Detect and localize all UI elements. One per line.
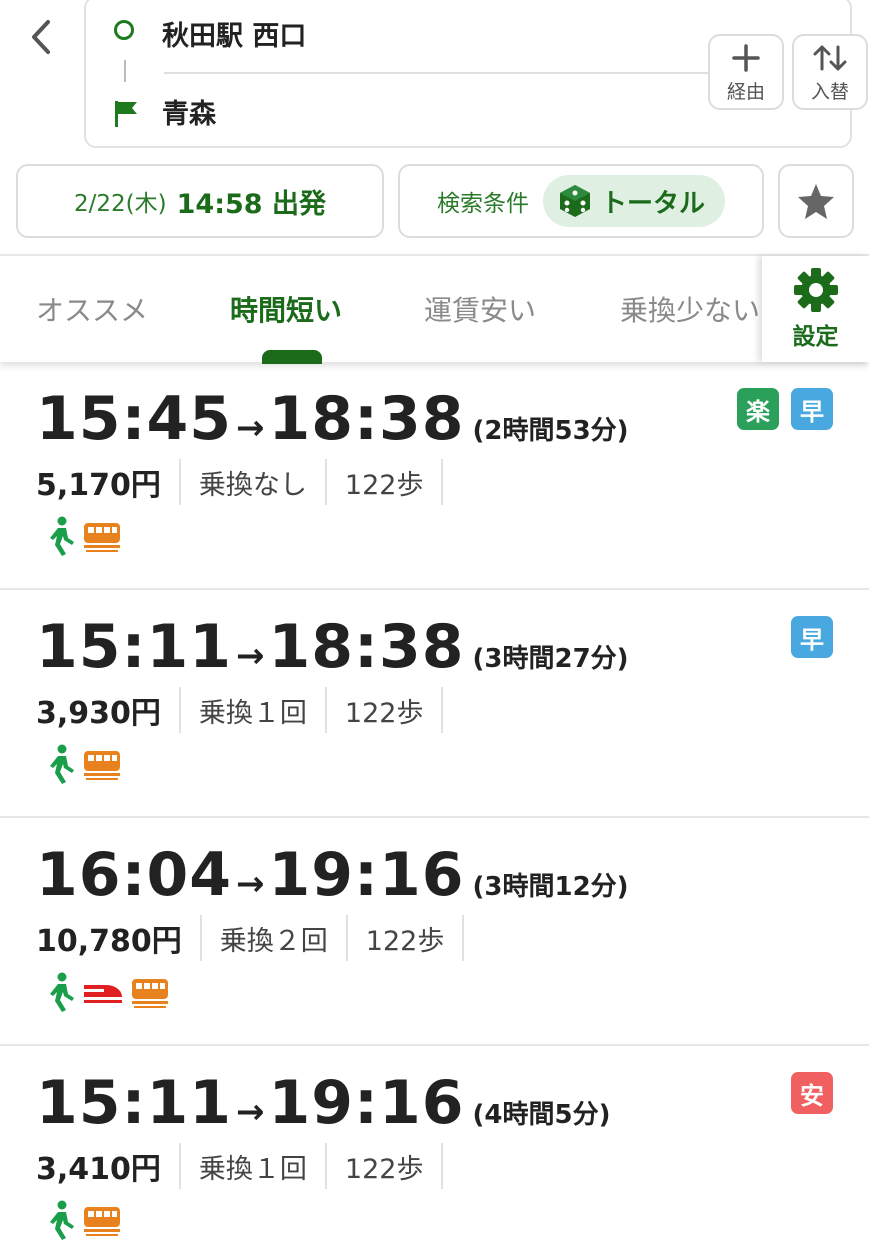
arrow-right-icon: → xyxy=(236,1092,265,1132)
arrival-time: 18:38 xyxy=(268,384,465,454)
transport-modes xyxy=(44,1200,122,1240)
fare: 3,410円 xyxy=(36,1143,181,1189)
arrow-right-icon: → xyxy=(236,864,265,904)
badge-group: 安 xyxy=(791,1072,833,1114)
train-icon xyxy=(84,751,120,780)
duration: (2時間53分) xyxy=(472,416,629,446)
badge-fast: 早 xyxy=(791,616,833,658)
settings-label: 設定 xyxy=(792,324,839,350)
flag-icon xyxy=(114,100,138,128)
datetime-button[interactable]: 2/22(木) 14:58 出発 xyxy=(16,164,384,238)
search-conditions-button[interactable]: 検索条件 トータル xyxy=(398,164,764,238)
fare: 10,780円 xyxy=(36,915,202,961)
transfers: 乗換１回 xyxy=(181,687,327,733)
route-meta: 5,170円 乗換なし 122歩 xyxy=(36,458,444,506)
time-range: 16:04 → 19:16 (3時間12分) xyxy=(36,840,629,910)
shinkansen-icon xyxy=(84,985,122,1003)
destination-station[interactable]: 青森 xyxy=(162,92,216,131)
badge-group: 楽 早 xyxy=(737,388,833,430)
duration: (4時間5分) xyxy=(472,1100,611,1130)
via-button[interactable]: 経由 xyxy=(708,34,784,110)
route-meta: 3,930円 乗換１回 122歩 xyxy=(36,686,444,734)
swap-button[interactable]: 入替 xyxy=(792,34,868,110)
time-range: 15:45 → 18:38 (2時間53分) xyxy=(36,384,629,454)
gear-icon xyxy=(793,268,838,312)
transfers: 乗換１回 xyxy=(181,1143,327,1189)
swap-arrows-icon xyxy=(810,41,850,75)
departure-time: 16:04 xyxy=(36,840,232,910)
transport-modes xyxy=(44,744,122,784)
steps: 122歩 xyxy=(327,687,444,733)
search-conditions-label: 検索条件 xyxy=(436,191,529,217)
star-icon xyxy=(798,184,834,219)
origin-station[interactable]: 秋田駅 西口 xyxy=(162,14,306,53)
settings-button[interactable]: 設定 xyxy=(762,256,869,362)
steps: 122歩 xyxy=(327,1143,444,1189)
route-meta: 10,780円 乗換２回 122歩 xyxy=(36,914,465,962)
route-result[interactable]: 15:11 → 19:16 (4時間5分) 安 3,410円 乗換１回 122歩 xyxy=(0,1046,869,1260)
route-result[interactable]: 15:45 → 18:38 (2時間53分) 楽 早 5,170円 乗換なし 1… xyxy=(0,362,869,590)
time-range: 15:11 → 18:38 (3時間27分) xyxy=(36,612,629,682)
walk-icon xyxy=(50,744,74,784)
departure-time: 15:45 xyxy=(36,384,232,454)
badge-group: 早 xyxy=(791,616,833,658)
origin-circle-icon xyxy=(114,20,134,40)
via-label: 経由 xyxy=(726,80,765,103)
divider xyxy=(164,72,712,74)
transfers: 乗換なし xyxy=(181,459,327,505)
swap-label: 入替 xyxy=(810,80,849,103)
train-icon xyxy=(84,523,120,552)
route-result[interactable]: 16:04 → 19:16 (3時間12分) 10,780円 乗換２回 122歩 xyxy=(0,818,869,1046)
arrow-right-icon: → xyxy=(236,408,265,448)
back-button[interactable] xyxy=(20,14,62,60)
walk-icon xyxy=(50,972,74,1012)
transport-modes xyxy=(44,972,170,1012)
total-mode-label: トータル xyxy=(600,188,705,219)
dice-icon xyxy=(559,185,590,217)
tab-recommended[interactable]: オススメ xyxy=(36,256,148,362)
route-box[interactable]: 秋田駅 西口 青森 経由 入替 xyxy=(84,0,868,148)
time-range: 15:11 → 19:16 (4時間5分) xyxy=(36,1068,610,1138)
badge-fast: 早 xyxy=(791,388,833,430)
arrival-time: 18:38 xyxy=(268,612,465,682)
route-result[interactable]: 15:11 → 18:38 (3時間27分) 早 3,930円 乗換１回 122… xyxy=(0,590,869,818)
fare: 5,170円 xyxy=(36,459,181,505)
sort-tabs: オススメ 時間短い 運賃安い 乗換少ない 設定 xyxy=(0,254,869,364)
train-icon xyxy=(84,1207,120,1236)
departure-time: 15:11 xyxy=(36,1068,232,1138)
favorite-button[interactable] xyxy=(778,164,854,238)
departure-time: 15:11 xyxy=(36,612,232,682)
transfers: 乗換２回 xyxy=(202,915,348,961)
duration: (3時間12分) xyxy=(472,872,629,902)
arrival-time: 19:16 xyxy=(268,1068,465,1138)
walk-icon xyxy=(50,516,74,556)
total-mode-pill[interactable]: トータル xyxy=(542,175,725,227)
steps: 122歩 xyxy=(327,459,444,505)
badge-cheap: 安 xyxy=(791,1072,833,1114)
tab-fastest[interactable]: 時間短い xyxy=(230,256,342,362)
tab-cheapest[interactable]: 運賃安い xyxy=(424,256,536,362)
date-text: 2/22(木) xyxy=(74,191,167,217)
departure-time: 14:58 出発 xyxy=(176,188,326,220)
arrival-time: 19:16 xyxy=(268,840,465,910)
duration: (3時間27分) xyxy=(472,644,629,674)
tab-fewest-transfers[interactable]: 乗換少ない xyxy=(620,256,760,362)
chevron-left-icon xyxy=(32,20,50,54)
fare: 3,930円 xyxy=(36,687,181,733)
route-meta: 3,410円 乗換１回 122歩 xyxy=(36,1142,444,1190)
steps: 122歩 xyxy=(348,915,465,961)
transport-modes xyxy=(44,516,122,556)
arrow-right-icon: → xyxy=(236,636,265,676)
walk-icon xyxy=(50,1200,74,1240)
badge-comfortable: 楽 xyxy=(737,388,779,430)
train-icon xyxy=(132,979,168,1008)
plus-icon xyxy=(731,41,761,75)
route-connector xyxy=(124,60,126,82)
